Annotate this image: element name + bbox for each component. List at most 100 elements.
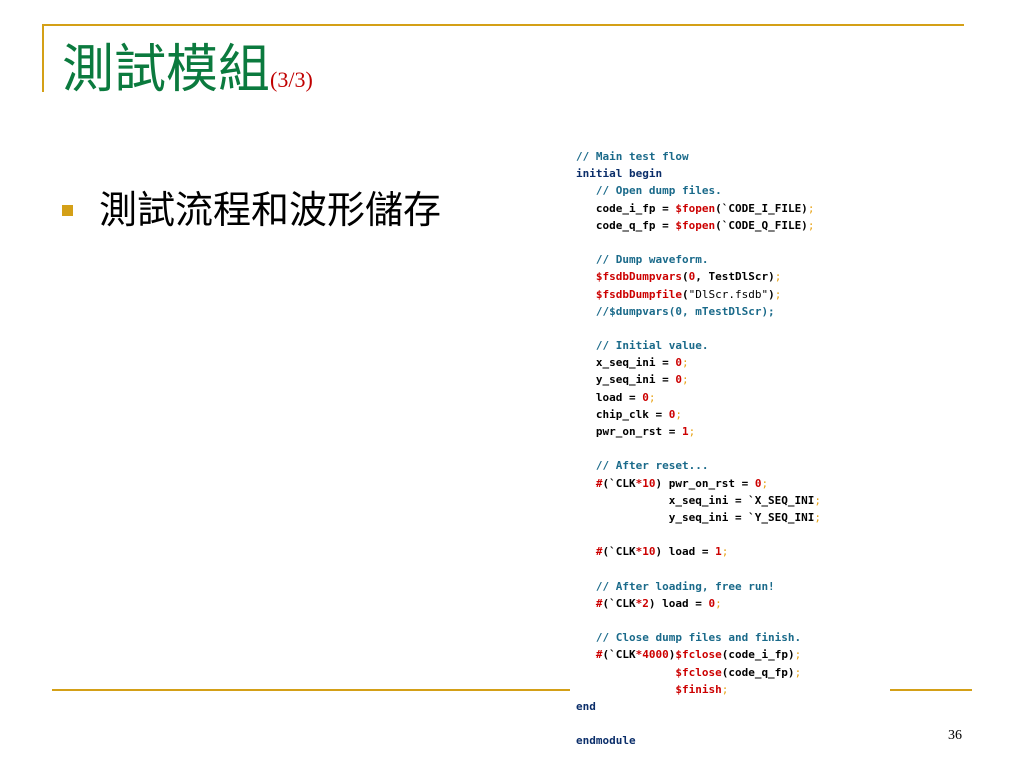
code-token-plain: (code_i_fp): [721, 648, 795, 662]
code-token-plain: ): [768, 287, 775, 301]
code-line: #(`CLK*10) load = 1;: [576, 543, 821, 560]
code-line: x_seq_ini = `X_SEQ_INI;: [576, 492, 821, 509]
code-token-plain: (`CLK: [602, 648, 636, 662]
bottom-rule-right: [890, 689, 972, 691]
code-token-comment: // Dump waveform.: [595, 253, 709, 267]
code-token-plain: (`CLK: [602, 476, 636, 490]
title-left-rule: [42, 24, 44, 92]
code-token-sysfunc: #: [595, 545, 603, 559]
code-line: //$dumpvars(0, mTestDlScr);: [576, 303, 821, 320]
slide-title: 測試模組(3/3): [62, 40, 313, 110]
code-token-keyword: endmodule: [576, 734, 636, 748]
code-token-semi: ;: [761, 476, 769, 490]
code-token-plain: code_i_fp =: [576, 201, 676, 215]
code-line: $finish;: [576, 681, 821, 698]
code-token-semi: ;: [721, 682, 729, 696]
code-token-keyword: initial begin: [576, 167, 663, 181]
code-token-semi: ;: [648, 390, 656, 404]
code-token-semi: ;: [675, 407, 682, 421]
code-token-semi: ;: [681, 356, 689, 370]
code-token-keyword: end: [576, 700, 596, 713]
square-bullet-icon: [62, 204, 73, 216]
code-token-plain: pwr_on_rst =: [576, 425, 682, 438]
code-token-sysfunc: $fopen: [675, 218, 716, 232]
code-token-plain: load =: [576, 390, 643, 404]
code-line: y_seq_ini = `Y_SEQ_INI;: [576, 509, 821, 526]
code-line: // Dump waveform.: [576, 251, 821, 268]
code-token-sysfunc: *10: [635, 545, 656, 559]
code-line: // Initial value.: [576, 337, 821, 354]
code-token-sysfunc: *4000: [635, 648, 669, 662]
code-token-sysfunc: *2: [635, 596, 649, 610]
code-token-number: 0: [642, 390, 649, 404]
code-token-plain: (: [681, 287, 689, 301]
code-token-plain: y_seq_ini = `Y_SEQ_INI: [576, 510, 815, 524]
code-token-sysfunc: $fsdbDumpvars: [595, 270, 682, 284]
code-token-semi: ;: [688, 425, 696, 438]
code-line: $fsdbDumpfile("DlScr.fsdb");: [576, 286, 821, 303]
code-token-number: 0: [675, 373, 682, 387]
code-line: endmodule: [576, 732, 821, 749]
code-token-plain: , TestDlScr): [695, 270, 775, 284]
code-token-plain: (code_q_fp): [721, 665, 795, 679]
code-token-comment: // Main test flow: [576, 150, 689, 163]
code-token-plain: (`CLK: [602, 596, 636, 610]
code-token-semi: ;: [814, 510, 822, 524]
bullet-text: 測試流程和波形儲存: [99, 188, 442, 232]
code-line: // Close dump files and finish.: [576, 629, 821, 646]
code-line: // Open dump files.: [576, 182, 821, 199]
code-token-sysfunc: #: [595, 648, 603, 662]
code-token-semi: ;: [774, 270, 782, 284]
code-token-number: 1: [681, 425, 689, 438]
verilog-code-block: // Main test flow initial begin // Open d…: [576, 148, 821, 750]
code-token-semi: ;: [794, 648, 802, 662]
code-token-semi: ;: [794, 665, 802, 679]
code-line: code_q_fp = $fopen(`CODE_Q_FILE);: [576, 217, 821, 234]
code-token-plain: (: [681, 270, 689, 284]
code-token-plain: (`CODE_Q_FILE): [715, 218, 808, 232]
code-token-sysfunc: $fclose: [675, 648, 722, 662]
title-sub-text: (3/3): [270, 67, 313, 92]
code-token-comment: // Close dump files and finish.: [595, 631, 802, 645]
code-token-plain: x_seq_ini =: [576, 356, 676, 370]
code-token-semi: ;: [721, 545, 729, 559]
code-token-sysfunc: #: [595, 596, 603, 610]
code-snippet-panel: // Main test flow initial begin // Open d…: [570, 140, 890, 752]
code-token-plain: (`CLK: [602, 545, 636, 559]
code-token-string: "DlScr.fsdb": [688, 287, 769, 301]
code-line: // Main test flow: [576, 148, 821, 165]
code-line: $fsdbDumpvars(0, TestDlScr);: [576, 268, 821, 285]
code-line: // After reset...: [576, 457, 821, 474]
code-line: // After loading, free run!: [576, 578, 821, 595]
title-top-rule: [42, 24, 964, 26]
bottom-rule-left: [52, 689, 570, 691]
code-token-semi: ;: [814, 493, 822, 507]
code-line: initial begin: [576, 165, 821, 182]
bullet-item: 測試流程和波形儲存: [62, 188, 441, 232]
code-token-semi: ;: [681, 373, 689, 387]
code-token-plain: x_seq_ini = `X_SEQ_INI: [576, 493, 815, 507]
code-line: #(`CLK*10) pwr_on_rst = 0;: [576, 475, 821, 492]
code-token-plain: code_q_fp =: [576, 218, 676, 232]
